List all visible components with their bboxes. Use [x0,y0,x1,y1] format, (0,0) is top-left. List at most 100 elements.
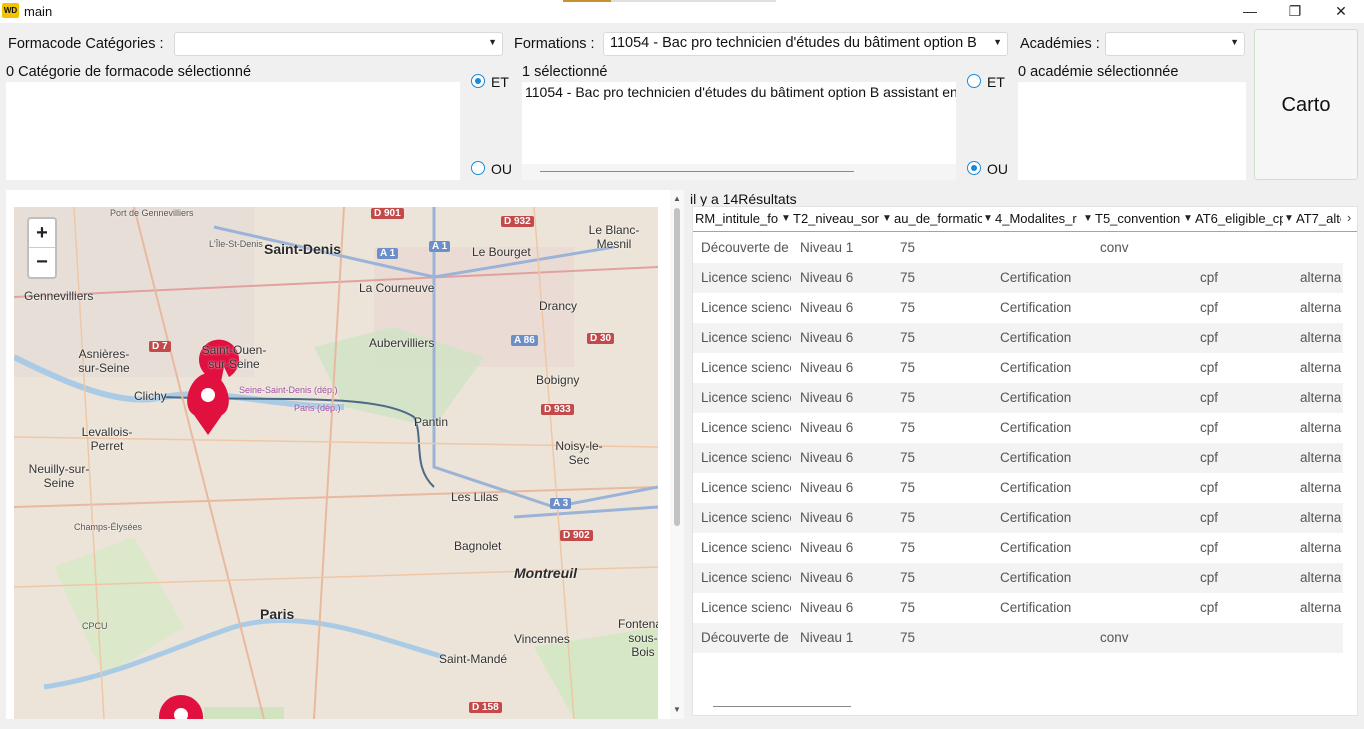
table-row[interactable]: Licence science Niveau 6 75 Certification cp… [693,383,1343,413]
chevron-down-icon: ▼ [488,37,497,47]
map-label-aubervilliers: Aubervilliers [369,336,435,350]
formacode-ou-radio[interactable] [471,161,485,175]
carto-button[interactable]: Carto [1254,29,1358,180]
formacode-count: 0 Catégorie de formacode sélectionné [6,64,252,80]
table-cell: Certification [1000,600,1072,615]
table-row[interactable]: Licence science Niveau 6 75 Certification cp… [693,263,1343,293]
table-cell: Niveau 1 [800,630,854,645]
filter-icon[interactable]: ▼ [781,213,791,224]
table-row[interactable]: Licence science Niveau 6 75 Certification cp… [693,563,1343,593]
results-count: il y a 14Résultats [690,191,797,207]
table-cell: alterna [1300,300,1342,315]
table-row[interactable]: Découverte de Niveau 1 75 conv [693,233,1343,263]
formations-list[interactable]: 11054 - Bac pro technicien d'études du b… [522,82,956,164]
table-cell: cpf [1200,300,1219,315]
map-label-paris: Paris [260,606,295,622]
table-cell: Certification [1000,540,1072,555]
table-cell: Licence science [701,540,791,555]
formations-ou-radio[interactable] [967,161,981,175]
table-cell: Niveau 6 [800,510,854,525]
formacode-list[interactable] [6,82,460,180]
map-label-cpcu: CPCU [82,621,108,631]
chevron-right-icon[interactable]: › [1347,210,1351,225]
filter-icon[interactable]: ▼ [882,213,892,224]
formations-list-scrollbar[interactable] [522,164,956,180]
table-row[interactable]: Licence science Niveau 6 75 Certification cp… [693,473,1343,503]
map-panel: Port de Gennevilliers Saint-Denis L'Île-… [6,190,684,719]
table-cell: Licence science [701,600,791,615]
scroll-up-icon[interactable]: ▲ [673,194,681,203]
formacode-combo[interactable]: ▼ [174,32,503,56]
road-a3: A 3 [550,498,572,509]
table-cell: cpf [1200,420,1219,435]
table-row[interactable]: Licence science Niveau 6 75 Certification cp… [693,443,1343,473]
table-row[interactable]: Licence science Niveau 6 75 Certification cp… [693,503,1343,533]
close-button[interactable]: ✕ [1318,0,1364,23]
restore-button[interactable]: ❐ [1272,0,1318,23]
table-row[interactable]: Licence science Niveau 6 75 Certification cp… [693,533,1343,563]
column-header[interactable]: AT6_eligible_cp [1195,211,1283,226]
academies-combo[interactable]: ▼ [1105,32,1245,56]
table-horizontal-scrollbar[interactable] [713,706,851,707]
filter-icon[interactable]: ▼ [983,213,993,224]
table-cell: cpf [1200,360,1219,375]
map-label-port-gennevilliers: Port de Gennevilliers [110,208,194,218]
minimize-button[interactable]: — [1227,0,1273,23]
table-cell: alterna [1300,390,1342,405]
table-row[interactable]: Licence science Niveau 6 75 Certification cp… [693,593,1343,623]
formations-et-radio[interactable] [967,74,981,88]
table-cell: conv [1100,630,1129,645]
table-cell: Niveau 6 [800,480,854,495]
table-cell: Niveau 6 [800,570,854,585]
map-label-pantin: Pantin [414,415,449,429]
column-header[interactable]: RM_intitule_fo [695,211,779,226]
filter-icon[interactable]: ▼ [1083,213,1093,224]
zoom-in-button[interactable]: + [29,219,55,248]
table-cell: Certification [1000,570,1072,585]
table-cell: Licence science [701,300,791,315]
table-cell: Niveau 6 [800,390,854,405]
map-view[interactable]: Port de Gennevilliers Saint-Denis L'Île-… [14,207,658,719]
scrollbar-thumb[interactable] [674,208,680,526]
formations-combo[interactable]: 11054 - Bac pro technicien d'études du b… [603,32,1008,56]
table-cell: 75 [900,270,916,285]
filter-icon[interactable]: ▼ [1284,213,1294,224]
column-header[interactable]: T5_convention [1095,211,1183,226]
column-header[interactable]: T2_niveau_sor [793,211,881,226]
table-cell: Certification [1000,330,1072,345]
map-vertical-scrollbar[interactable]: ▲ ▼ [670,190,684,719]
table-cell: 75 [900,300,916,315]
column-header[interactable]: 4_Modalites_r [995,211,1083,226]
map-label-saint-ouen: Saint-Ouen-sur-Seine [201,343,267,371]
formations-list-item[interactable]: 11054 - Bac pro technicien d'études du b… [525,84,956,100]
academies-count: 0 académie sélectionnée [1018,64,1179,80]
table-row[interactable]: Découverte de Niveau 1 75 conv [693,623,1343,653]
map-label-asnieres: Asnières-sur-Seine [78,347,130,375]
table-cell: Niveau 1 [800,240,854,255]
table-cell: alterna [1300,540,1342,555]
map-label-seine-saint-denis: Seine-Saint-Denis (dép.) [239,385,338,395]
table-cell: alterna [1300,450,1342,465]
table-row[interactable]: Licence science Niveau 6 75 Certification cp… [693,293,1343,323]
map-label-neuilly: Neuilly-sur-Seine [28,462,90,490]
scroll-down-icon[interactable]: ▼ [673,705,681,714]
academies-list[interactable] [1018,82,1246,180]
table-row[interactable]: Licence science Niveau 6 75 Certification cp… [693,413,1343,443]
filter-icon[interactable]: ▼ [1183,213,1193,224]
zoom-out-button[interactable]: − [29,248,55,277]
map-label-champs-elysees: Champs-Élysées [74,522,143,532]
road-d932: D 932 [501,216,534,227]
formacode-et-radio[interactable] [471,74,485,88]
table-row[interactable]: Licence science Niveau 6 75 Certification cp… [693,353,1343,383]
map-label-saint-mande: Saint-Mandé [439,652,508,666]
map-label-vincennes: Vincennes [514,632,570,646]
scrollbar-thumb[interactable] [540,171,854,172]
table-cell: 75 [900,630,916,645]
column-header[interactable]: AT7_alte [1296,211,1341,226]
column-header[interactable]: au_de_formatic [894,211,982,226]
map-label-saint-denis: Saint-Denis [264,241,342,257]
table-row[interactable]: Licence science Niveau 6 75 Certification cp… [693,323,1343,353]
table-cell: Licence science [701,330,791,345]
results-table[interactable]: RM_intitule_fo ▼ T2_niveau_sor ▼ au_de_f… [692,206,1358,716]
table-cell: alterna [1300,330,1342,345]
